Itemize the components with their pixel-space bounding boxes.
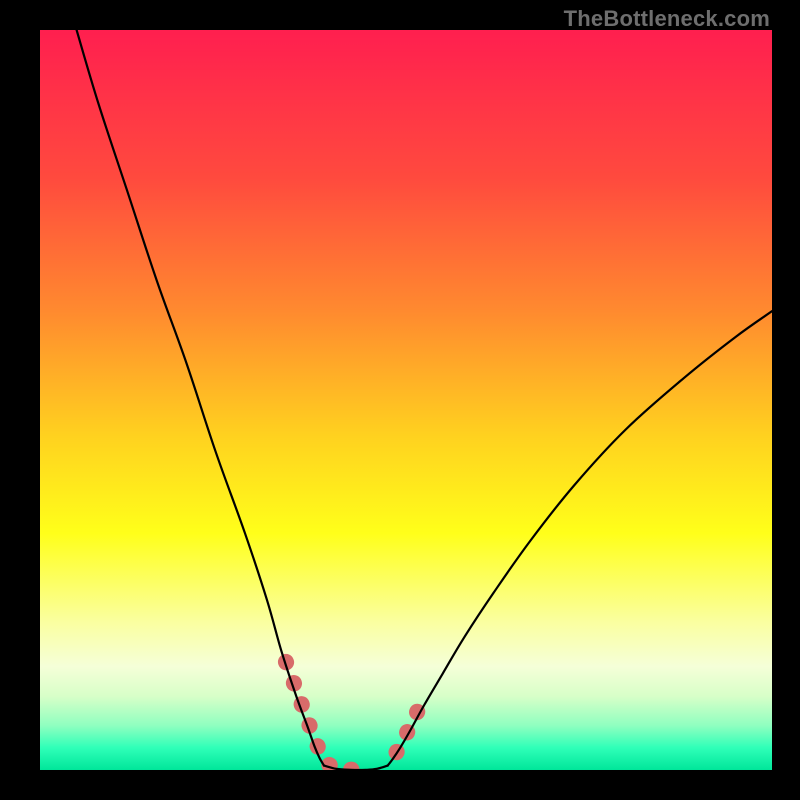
- thick-left: [286, 662, 370, 770]
- curves-layer: [40, 30, 772, 770]
- right-curve: [388, 311, 772, 765]
- plot-area: [40, 30, 772, 770]
- watermark-text: TheBottleneck.com: [564, 6, 770, 32]
- thick-right: [396, 709, 418, 752]
- thin-curves: [77, 30, 772, 770]
- thick-segments: [286, 662, 418, 770]
